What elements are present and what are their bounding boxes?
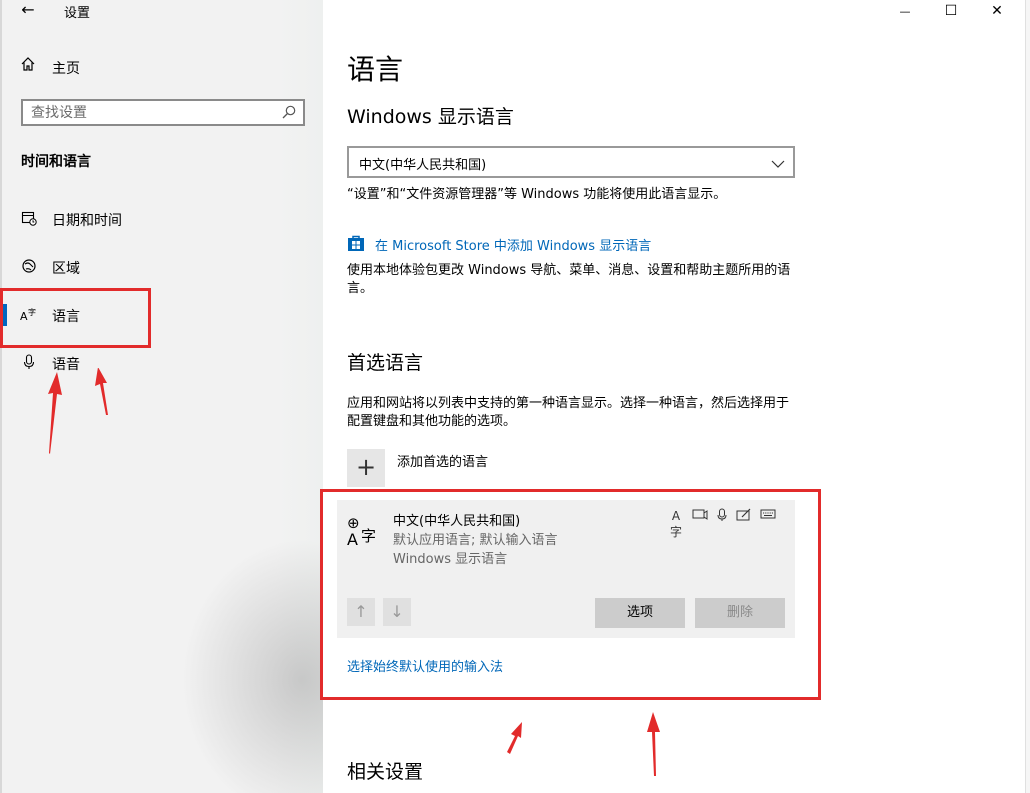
preferred-languages-heading: 首选语言 bbox=[347, 352, 424, 374]
handwriting-icon bbox=[735, 508, 753, 524]
language-info: 默认应用语言; 默认输入语言 bbox=[393, 533, 558, 548]
store-bag-icon bbox=[347, 234, 365, 252]
main-content: 语言 Windows 显示语言 中文(中华人民共和国) “设置”和“文件资源管理… bbox=[323, 0, 1030, 793]
options-button[interactable]: 选项 bbox=[595, 598, 685, 628]
sidebar-item-label: 语音 bbox=[52, 357, 80, 373]
feature-icons: A字 bbox=[667, 508, 787, 539]
search-input[interactable] bbox=[31, 103, 271, 123]
default-input-method-link[interactable]: 选择始终默认使用的输入法 bbox=[347, 656, 503, 675]
arrow-up-icon: ↑ bbox=[354, 602, 368, 621]
store-desc: 使用本地体验包更改 Windows 导航、菜单、消息、设置和帮助主题所用的语言。 bbox=[347, 263, 791, 296]
language-name: 中文(中华人民共和国) bbox=[393, 514, 521, 529]
language-info-display: Windows 显示语言 bbox=[393, 552, 508, 567]
svg-text:字: 字 bbox=[361, 527, 376, 545]
sidebar-item-home[interactable]: 主页 bbox=[20, 56, 300, 78]
background-window-edge bbox=[1025, 0, 1030, 793]
sidebar-item-date-time[interactable]: 日期和时间 bbox=[20, 208, 300, 232]
arrow-down-icon: ↓ bbox=[390, 602, 404, 621]
display-language-value: 中文(中华人民共和国) bbox=[359, 158, 487, 173]
search-icon[interactable] bbox=[281, 104, 297, 120]
language-icon: A字 bbox=[20, 306, 38, 324]
add-language-label: 添加首选的语言 bbox=[397, 455, 489, 470]
chevron-down-icon bbox=[771, 156, 785, 170]
plus-icon: + bbox=[347, 449, 385, 487]
language-card[interactable]: ⊕ A 字 中文(中华人民共和国) 默认应用语言; 默认输入语言 Windows 显… bbox=[337, 500, 795, 638]
move-up-button[interactable]: ↑ bbox=[347, 598, 375, 626]
display-language-select[interactable]: 中文(中华人民共和国) bbox=[347, 146, 795, 178]
keyboard-icon bbox=[759, 508, 777, 524]
microphone-icon bbox=[20, 354, 38, 372]
search-box[interactable] bbox=[21, 99, 305, 126]
date-time-icon bbox=[20, 210, 38, 228]
back-button[interactable]: ← bbox=[16, 0, 40, 20]
sidebar-item-label: 日期和时间 bbox=[52, 213, 122, 229]
sidebar: ← 设置 主页 时间和语言 日期和时间 区域 A字 语言 bbox=[2, 0, 323, 793]
sidebar-item-speech[interactable]: 语音 bbox=[20, 352, 300, 376]
store-link-label[interactable]: 在 Microsoft Store 中添加 Windows 显示语言 bbox=[375, 235, 651, 254]
home-icon bbox=[20, 56, 36, 76]
display-language-icon: A字 bbox=[669, 509, 682, 539]
page-title: 语言 bbox=[347, 53, 404, 86]
sidebar-item-language[interactable]: A字 语言 bbox=[20, 304, 300, 328]
language-glyph-icon: ⊕ A 字 bbox=[347, 512, 383, 549]
display-language-heading: Windows 显示语言 bbox=[347, 106, 514, 128]
section-heading: 时间和语言 bbox=[21, 154, 91, 170]
sidebar-item-label: 语言 bbox=[52, 309, 80, 325]
speech-icon bbox=[691, 508, 709, 524]
svg-text:A: A bbox=[20, 310, 28, 322]
svg-text:字: 字 bbox=[28, 307, 36, 317]
sidebar-item-region[interactable]: 区域 bbox=[20, 256, 300, 280]
move-down-button[interactable]: ↓ bbox=[383, 598, 411, 626]
back-arrow-icon: ← bbox=[21, 0, 35, 19]
related-settings-heading: 相关设置 bbox=[347, 761, 424, 783]
add-language-button[interactable]: + 添加首选的语言 bbox=[347, 449, 647, 487]
remove-button[interactable]: 删除 bbox=[695, 598, 785, 628]
svg-text:A: A bbox=[347, 530, 358, 548]
display-language-desc: “设置”和“文件资源管理器”等 Windows 功能将使用此语言显示。 bbox=[347, 187, 727, 202]
app-title: 设置 bbox=[64, 6, 91, 21]
active-indicator bbox=[2, 304, 7, 326]
microphone-icon bbox=[713, 508, 731, 524]
preferred-languages-desc: 应用和网站将以列表中支持的第一种语言显示。选择一种语言，然后选择用于配置键盘和其… bbox=[347, 396, 790, 429]
region-icon bbox=[20, 258, 38, 276]
sidebar-item-label: 区域 bbox=[52, 261, 80, 277]
sidebar-item-home-label: 主页 bbox=[52, 61, 80, 77]
